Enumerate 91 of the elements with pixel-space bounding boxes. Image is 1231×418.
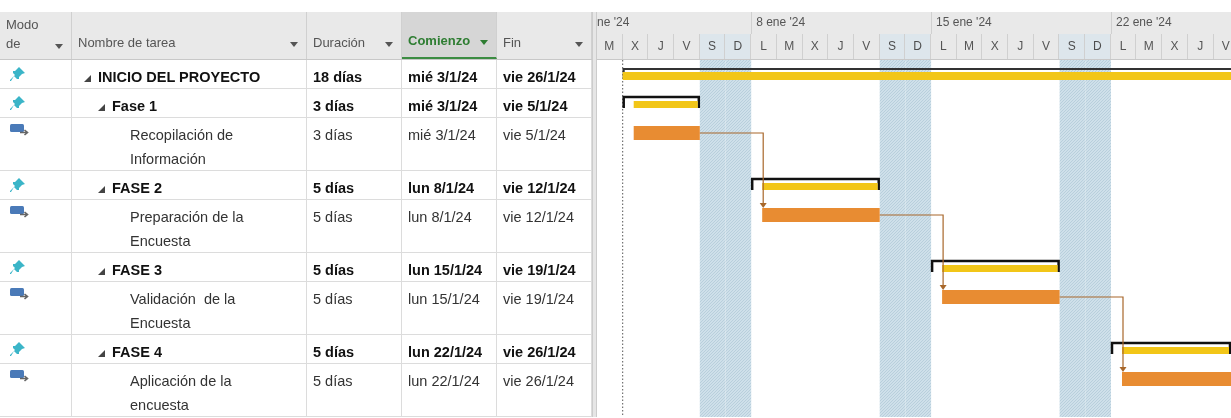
day-header: J xyxy=(648,34,675,59)
pin-icon xyxy=(10,66,26,82)
summary-bar[interactable] xyxy=(622,95,701,108)
day-header: V xyxy=(1213,34,1231,59)
start-date: lun 8/1/24 xyxy=(408,209,472,225)
column-header[interactable]: Comienzo xyxy=(402,12,497,59)
finish-date: vie 12/1/24 xyxy=(503,209,574,225)
finish-date: vie 12/1/24 xyxy=(503,180,576,196)
pin-icon xyxy=(10,177,26,193)
finish-date: vie 26/1/24 xyxy=(503,69,576,85)
finish-date: vie 26/1/24 xyxy=(503,344,576,360)
dropdown-caret-icon[interactable] xyxy=(385,42,393,47)
pin-icon xyxy=(10,259,26,275)
task-arrow-icon xyxy=(10,288,30,301)
duration-text: 3 días xyxy=(313,98,355,114)
duration-text: 5 días xyxy=(313,373,353,389)
duration-text: 5 días xyxy=(313,209,353,225)
dropdown-caret-icon[interactable] xyxy=(55,44,63,49)
finish-date: vie 26/1/24 xyxy=(503,373,574,389)
day-header: J xyxy=(1187,34,1214,59)
pin-icon xyxy=(10,95,26,111)
summary-bar[interactable] xyxy=(1110,341,1231,354)
day-header: S xyxy=(879,34,906,59)
day-header: V xyxy=(674,34,700,59)
day-header: J xyxy=(1008,34,1034,59)
start-date: lun 22/1/24 xyxy=(408,373,480,389)
day-header: D xyxy=(1085,34,1111,59)
collapse-triangle-icon[interactable] xyxy=(98,268,105,275)
start-date: lun 15/1/24 xyxy=(408,291,480,307)
dropdown-caret-icon[interactable] xyxy=(480,40,488,45)
duration-text: 3 días xyxy=(313,127,353,143)
week-label: 15 ene '24 xyxy=(936,15,992,29)
week-label: 22 ene '24 xyxy=(1115,15,1172,29)
duration-text: 5 días xyxy=(313,262,355,278)
day-header: L xyxy=(1110,34,1137,59)
task-name: INICIO DEL PROYECTO xyxy=(98,68,261,87)
collapse-triangle-icon[interactable] xyxy=(98,104,105,111)
start-date: lun 15/1/24 xyxy=(408,262,483,278)
week-label: 8 ene '24 xyxy=(756,15,806,29)
task-name: FASE 3 xyxy=(112,261,162,280)
day-header: X xyxy=(982,34,1008,59)
dropdown-caret-icon[interactable] xyxy=(575,42,583,47)
pin-icon xyxy=(10,341,26,357)
task-arrow-icon xyxy=(10,370,30,383)
task-name: Preparación de la Encuesta xyxy=(130,208,245,251)
day-header: X xyxy=(1162,34,1188,59)
collapse-triangle-icon[interactable] xyxy=(98,350,105,357)
project-summary-bar[interactable] xyxy=(622,68,1231,80)
day-header: D xyxy=(905,34,931,59)
start-date: mié 3/1/24 xyxy=(408,98,478,114)
duration-text: 5 días xyxy=(313,291,353,307)
day-header: V xyxy=(853,34,880,59)
finish-date: vie 19/1/24 xyxy=(503,262,576,278)
summary-bar[interactable] xyxy=(750,177,880,190)
start-date: lun 22/1/24 xyxy=(408,344,483,360)
day-header: L xyxy=(930,34,957,59)
start-date: lun 8/1/24 xyxy=(408,180,475,196)
duration-text: 18 días xyxy=(313,69,363,85)
collapse-triangle-icon[interactable] xyxy=(84,75,91,82)
day-header: L xyxy=(751,34,777,59)
task-arrow-icon xyxy=(10,124,30,137)
day-header: X xyxy=(622,34,649,59)
day-header: S xyxy=(699,34,726,59)
day-header: M xyxy=(597,34,623,59)
task-name: Fase 1 xyxy=(112,97,158,116)
task-name: Recopilación de Información xyxy=(130,126,235,169)
task-arrow-icon xyxy=(10,206,30,219)
duration-text: 5 días xyxy=(313,344,355,360)
finish-date: vie 5/1/24 xyxy=(503,127,566,143)
finish-date: vie 19/1/24 xyxy=(503,291,574,307)
column-header[interactable]: Modo de xyxy=(0,12,72,59)
day-header: M xyxy=(956,34,983,59)
collapse-triangle-icon[interactable] xyxy=(98,186,105,193)
day-header: M xyxy=(1136,34,1163,59)
task-name: FASE 2 xyxy=(112,179,162,198)
day-header: X xyxy=(802,34,829,59)
duration-text: 5 días xyxy=(313,180,355,196)
day-header: M xyxy=(776,34,803,59)
summary-bar[interactable] xyxy=(930,259,1060,272)
day-header: J xyxy=(828,34,854,59)
task-name: FASE 4 xyxy=(112,343,162,362)
week-label: ne '24 xyxy=(597,15,630,29)
day-header: D xyxy=(725,34,752,59)
column-header[interactable]: Nombre de tarea xyxy=(72,12,307,59)
day-header: S xyxy=(1059,34,1086,59)
task-name: Validación de la Encuesta xyxy=(130,290,237,333)
start-date: mié 3/1/24 xyxy=(408,69,478,85)
finish-date: vie 5/1/24 xyxy=(503,98,568,114)
dropdown-caret-icon[interactable] xyxy=(290,42,298,47)
start-date: mié 3/1/24 xyxy=(408,127,476,143)
task-name: Aplicación de la encuesta xyxy=(130,372,233,415)
